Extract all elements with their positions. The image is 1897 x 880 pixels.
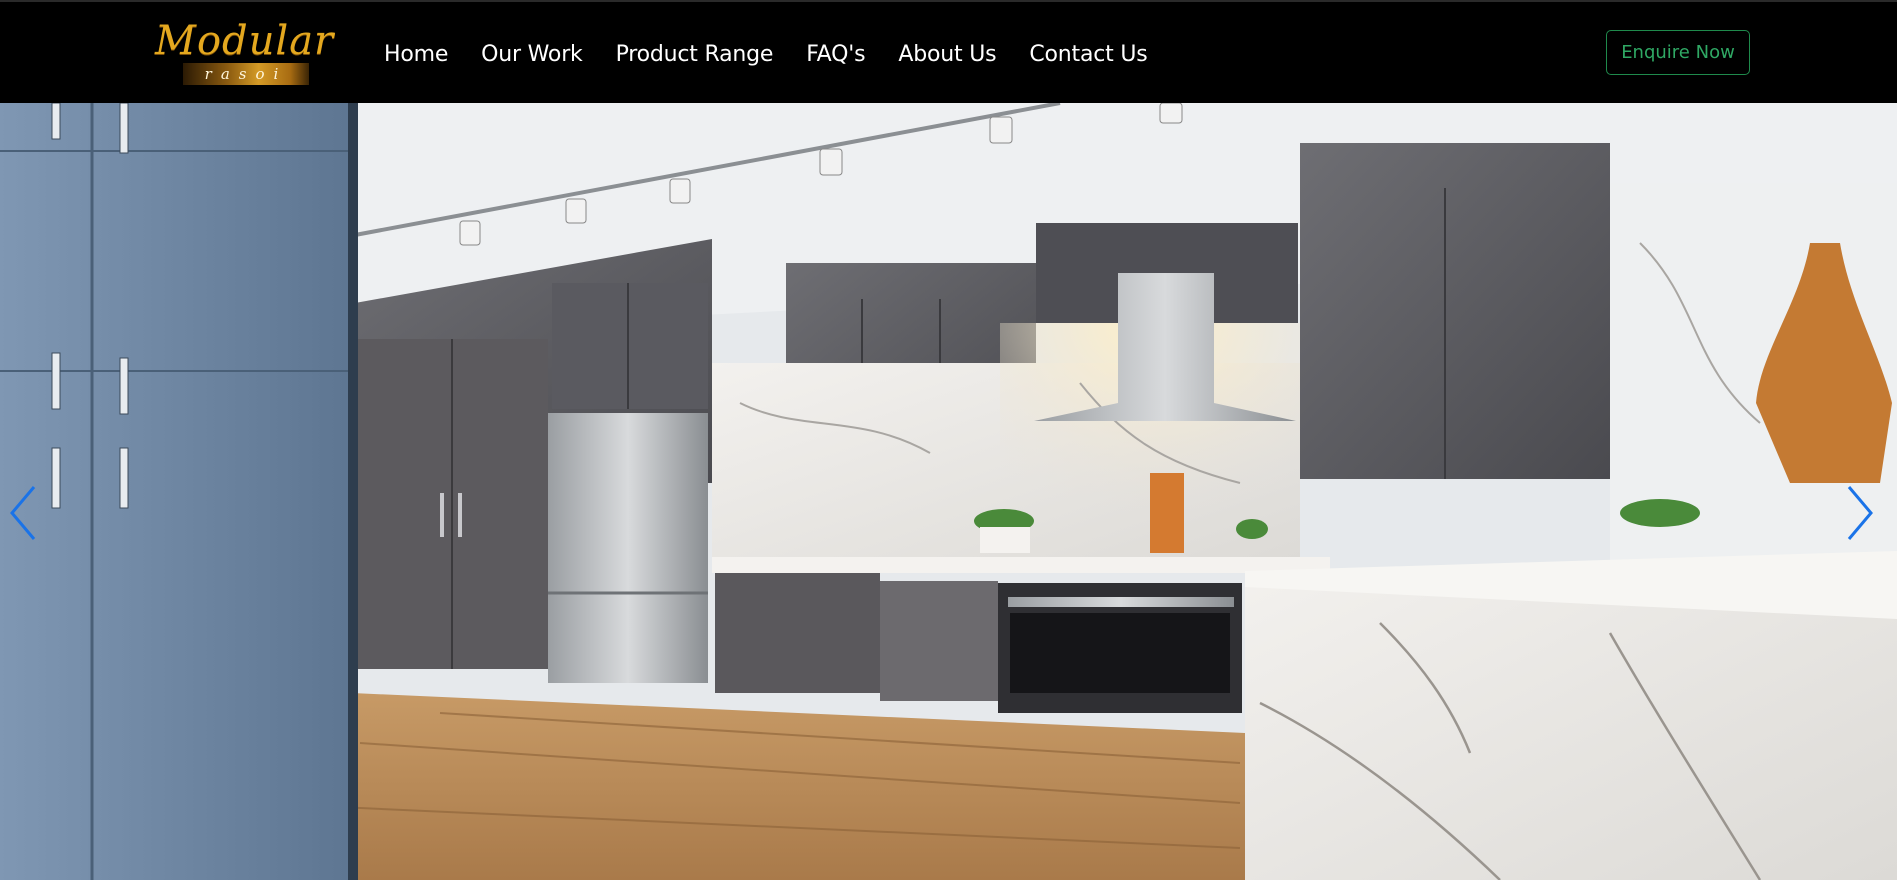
nav-faqs[interactable]: FAQ's [806, 42, 865, 67]
nav-product-range[interactable]: Product Range [616, 42, 774, 67]
nav-about-us[interactable]: About Us [898, 42, 996, 67]
brand-logo[interactable]: Modular rasoi [155, 16, 333, 88]
chevron-left-icon [10, 486, 36, 540]
nav-home[interactable]: Home [384, 42, 448, 67]
logo-subtitle: rasoi [204, 65, 288, 83]
nav-contact-us[interactable]: Contact Us [1029, 42, 1147, 67]
hero-slider [0, 103, 1897, 880]
enquire-now-button[interactable]: Enquire Now [1606, 30, 1750, 75]
kitchen-hero-image [0, 103, 1897, 880]
slider-prev-button[interactable] [8, 483, 52, 563]
chevron-right-icon [1847, 486, 1873, 540]
logo-wordmark: Modular [155, 18, 335, 64]
navbar: Modular rasoi Home Our Work Product Rang… [0, 0, 1897, 103]
main-nav: Home Our Work Product Range FAQ's About … [384, 34, 1181, 74]
nav-our-work[interactable]: Our Work [481, 42, 583, 67]
slider-next-button[interactable] [1845, 483, 1889, 563]
